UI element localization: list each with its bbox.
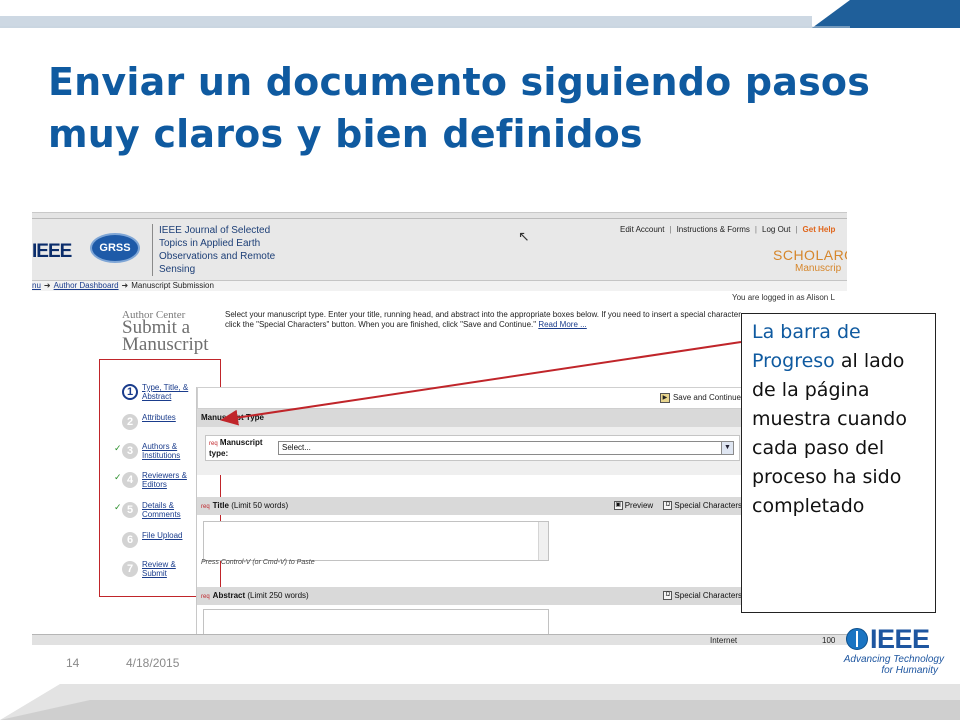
- account-links: Edit Account | Instructions & Forms | Log Ou…: [620, 225, 835, 234]
- manuscript-type-header: Manuscript Type: [197, 409, 748, 427]
- abstract-tools: Ω Special Characters: [655, 587, 742, 605]
- breadcrumb-menu-link[interactable]: nu: [32, 281, 41, 290]
- mouse-cursor-icon: ↖: [518, 229, 530, 245]
- ieee-logo-word: IEEE: [870, 624, 930, 654]
- play-arrow-icon: ▶: [659, 393, 670, 403]
- save-row: ▶ Save and Continue: [197, 387, 748, 409]
- preview-icon[interactable]: ▣: [613, 501, 623, 511]
- breadcrumb-current: Manuscript Submission: [131, 281, 214, 290]
- manuscript-type-select[interactable]: Select... ▼: [278, 441, 734, 455]
- manuscript-submission-screenshot: IEEE GRSS IEEE Journal of Selected Topic…: [32, 212, 847, 645]
- save-and-continue-label: Save and Continue: [672, 393, 741, 403]
- abstract-limit: (Limit 250 words): [247, 591, 309, 600]
- required-tag: req: [209, 441, 218, 447]
- scholarone-subtitle: Manuscrip: [795, 263, 842, 274]
- title-limit: (Limit 50 words): [231, 501, 289, 510]
- journal-header: IEEE GRSS IEEE Journal of Selected Topic…: [32, 219, 847, 281]
- title-tools: ▣ Preview Ω Special Characters: [606, 497, 742, 515]
- special-characters-icon[interactable]: Ω: [663, 591, 673, 601]
- abstract-special-characters-button[interactable]: Special Characters: [674, 591, 742, 600]
- instructions-text: Select your manuscript type. Enter your …: [225, 310, 745, 330]
- title-header-label: Title: [212, 501, 229, 510]
- manuscript-type-label-text: Manuscript type:: [209, 438, 263, 458]
- manuscript-type-row: req Manuscript type: Select... ▼: [205, 435, 740, 461]
- title-header: req Title (Limit 50 words) ▣ Preview Ω Spec…: [197, 497, 748, 515]
- ieee-tagline-line-2: for Humanity: [881, 665, 938, 676]
- separator: |: [669, 225, 672, 234]
- bottom-decor-band: [0, 684, 960, 720]
- callout-box: La barra de Progreso al lado de la págin…: [741, 313, 936, 613]
- manuscript-type-section: req Manuscript type: Select... ▼: [197, 427, 748, 475]
- ieee-tagline-line-1: Advancing Technology: [843, 654, 944, 665]
- abstract-header: req Abstract (Limit 250 words) Ω Special C…: [197, 587, 748, 605]
- instructions-forms-link[interactable]: Instructions & Forms: [677, 225, 750, 234]
- logged-in-status: You are logged in as Alison L: [732, 293, 835, 302]
- scholarone-logo: SCHOLARON: [773, 247, 847, 263]
- grss-logo-text: GRSS: [99, 242, 131, 254]
- read-more-link[interactable]: Read More ...: [538, 320, 586, 329]
- browser-status-bar: Internet 100: [32, 634, 847, 645]
- manuscript-type-label: req Manuscript type:: [209, 438, 273, 458]
- required-tag: req: [201, 504, 210, 510]
- separator: |: [754, 225, 757, 234]
- save-and-continue-button[interactable]: ▶ Save and Continue: [659, 393, 741, 403]
- breadcrumb: nu ➜ Author Dashboard ➜ Manuscript Submissio…: [32, 281, 847, 291]
- journal-name: IEEE Journal of Selected Topics in Appli…: [152, 224, 287, 276]
- submit-manuscript-heading: Submit a Manuscript: [122, 317, 209, 355]
- edit-account-link[interactable]: Edit Account: [620, 225, 664, 234]
- log-out-link[interactable]: Log Out: [762, 225, 790, 234]
- instructions-body: Select your manuscript type. Enter your …: [225, 310, 743, 329]
- separator: |: [795, 225, 798, 234]
- slide-title: Enviar un documento siguiendo pasos muy …: [48, 60, 871, 156]
- abstract-header-label: Abstract: [212, 591, 246, 600]
- special-characters-icon[interactable]: Ω: [663, 501, 673, 511]
- paste-hint: Press Control-V (or Cmd-V) to Paste: [201, 559, 315, 566]
- ieee-logo: IEEE Advancing Technology for Humanity: [838, 620, 948, 680]
- slide-number: 14: [66, 656, 80, 670]
- ieee-brand-text: IEEE: [32, 241, 72, 262]
- ieee-globe-icon: [846, 628, 868, 650]
- chevron-down-icon[interactable]: ▼: [721, 442, 733, 454]
- callout-text: al lado de la página muestra cuando cada…: [752, 350, 907, 517]
- breadcrumb-author-dashboard-link[interactable]: Author Dashboard: [54, 281, 119, 290]
- submission-form: ▶ Save and Continue Manuscript Type req M…: [196, 387, 748, 645]
- slide-date: 4/18/2015: [126, 656, 180, 670]
- title-textarea[interactable]: [203, 521, 549, 561]
- manuscript-type-selected-value: Select...: [282, 443, 311, 452]
- get-help-link[interactable]: Get Help: [803, 225, 836, 234]
- zoom-level[interactable]: 100: [822, 635, 835, 645]
- internet-zone-status: Internet: [710, 636, 738, 645]
- breadcrumb-arrow-icon: ➜: [43, 281, 51, 290]
- special-characters-button[interactable]: Special Characters: [674, 501, 742, 510]
- breadcrumb-arrow-icon: ➜: [121, 281, 129, 290]
- top-decor-band: [0, 0, 960, 28]
- grss-logo: GRSS: [90, 233, 140, 263]
- title-scrollbar[interactable]: [538, 522, 548, 560]
- preview-button[interactable]: Preview: [625, 501, 653, 510]
- required-tag: req: [201, 594, 210, 600]
